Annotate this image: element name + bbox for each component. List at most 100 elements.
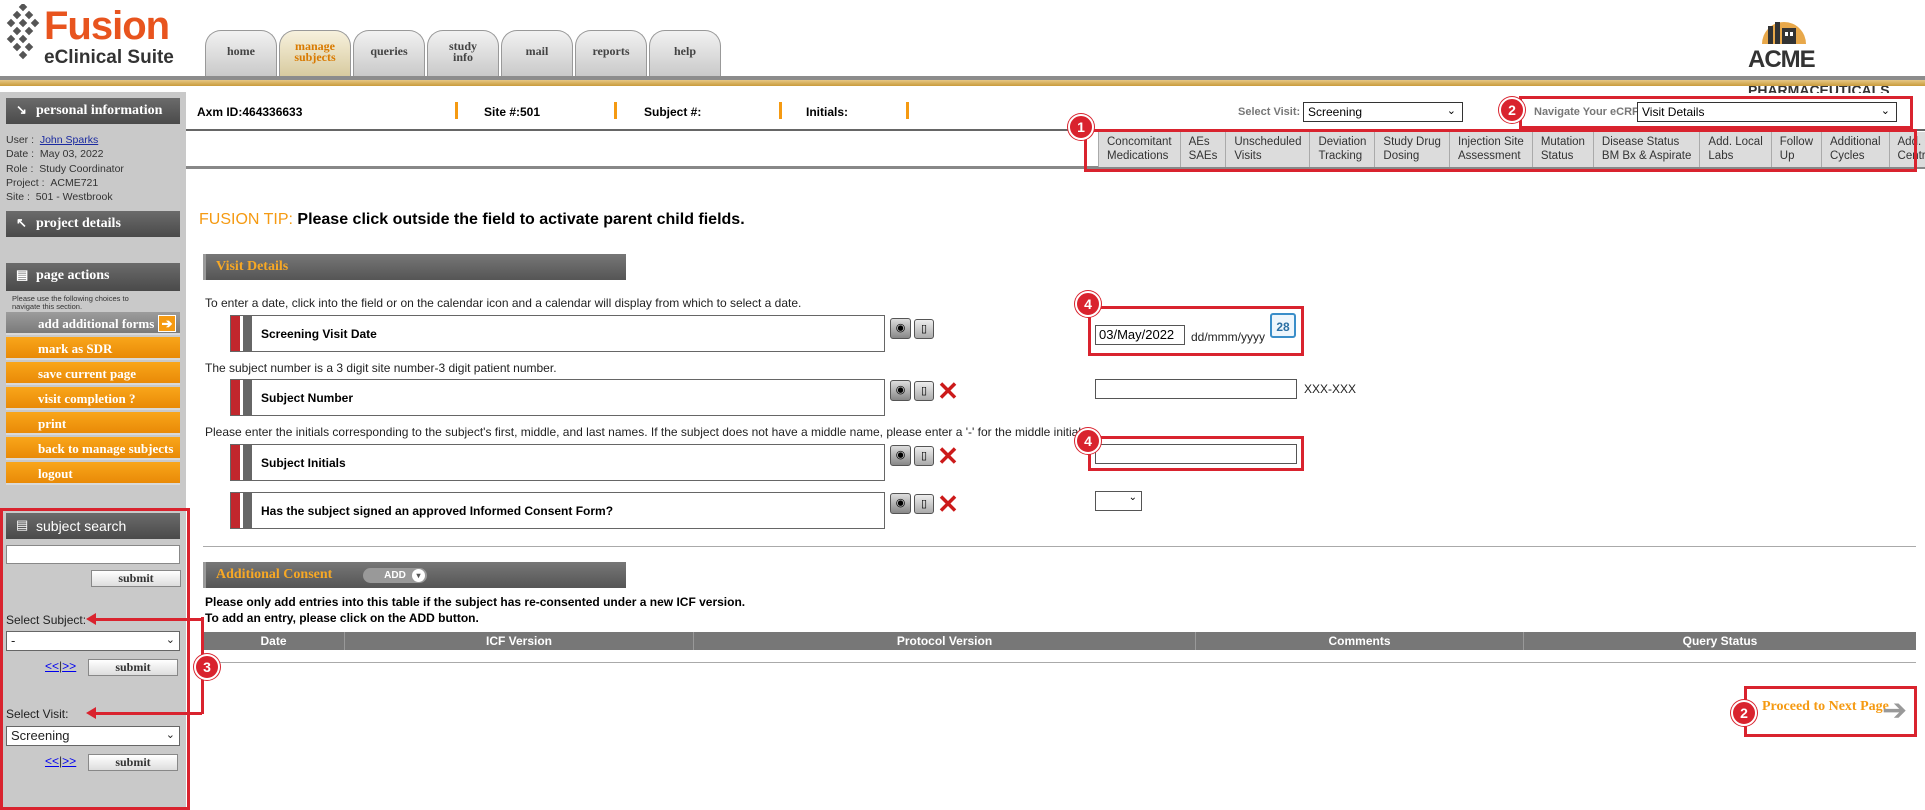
informed-consent-row: Has the subject signed an approved Infor… [230, 492, 885, 529]
logout-button[interactable]: logout [6, 462, 180, 485]
tab-help[interactable]: help [649, 30, 721, 76]
annotation-box-nav-tabs [1084, 129, 1917, 172]
subject-number-row: Subject Number [230, 379, 885, 416]
column-header[interactable]: Comments [1196, 632, 1524, 650]
audit-trail-icon[interactable]: ◉ [890, 445, 911, 466]
save-current-page-button[interactable]: save current page [6, 362, 180, 385]
project-details-heading[interactable]: ↖ project details [6, 211, 180, 237]
date-help-text: To enter a date, click into the field or… [205, 296, 802, 310]
annotation-box-proceed [1744, 686, 1917, 737]
audit-trail-icon[interactable]: ◉ [890, 318, 911, 339]
subject-initials-row: Subject Initials [230, 444, 885, 481]
field-actions: ◉ ▯ ✕ [890, 443, 959, 469]
annotation-badge-4: 4 [1075, 291, 1101, 317]
screening-visit-date-row: Screening Visit Date [230, 315, 885, 352]
additional-consent-instruction: To add an entry, please click on the ADD… [205, 611, 479, 625]
subject-number-header: Subject #: [644, 105, 702, 119]
select-visit-top-dropdown[interactable]: Screening ⌄ [1303, 102, 1463, 122]
audit-trail-icon[interactable]: ◉ [890, 380, 911, 401]
annotation-badge-3: 3 [194, 654, 220, 680]
acme-building-icon [1762, 22, 1806, 44]
visit-details-heading: Visit Details [203, 254, 626, 280]
column-header[interactable]: Protocol Version [694, 632, 1196, 650]
initials-help-text: Please enter the initials corresponding … [205, 425, 1085, 439]
annotation-line [96, 712, 202, 715]
back-to-manage-subjects-button[interactable]: back to manage subjects [6, 437, 180, 460]
annotation-badge-2: 2 [1499, 97, 1525, 123]
annotation-badge-2: 2 [1731, 700, 1757, 726]
tab-home[interactable]: home [205, 30, 277, 76]
tab-queries[interactable]: queries [353, 30, 425, 76]
field-actions: ◉ ▯ ✕ [890, 491, 959, 517]
annotation-box-date [1088, 306, 1304, 356]
subject-number-label: Subject Number [261, 391, 354, 405]
annotation-line [96, 618, 202, 621]
tab-manage-subjects[interactable]: manage subjects [279, 30, 351, 76]
field-actions: ◉ ▯ [890, 318, 934, 339]
tab-mail[interactable]: mail [501, 30, 573, 76]
tab-reports[interactable]: reports [575, 30, 647, 76]
annotation-box-initials [1088, 436, 1304, 471]
annotation-arrowhead [86, 613, 96, 625]
notepad-icon: ▤ [16, 267, 29, 282]
annotation-badge-1: 1 [1068, 114, 1094, 140]
axm-id: Axm ID:464336633 [197, 105, 303, 119]
tab-study-info[interactable]: study info [427, 30, 499, 76]
personal-info-details: User : John Sparks Date : May 03, 2022 R… [6, 134, 124, 204]
print-button[interactable]: print [6, 412, 180, 435]
clear-x-icon[interactable]: ✕ [937, 378, 959, 404]
informed-consent-select[interactable]: ⌄ [1095, 491, 1142, 511]
add-consent-button[interactable]: ADD ▾ [363, 568, 427, 583]
column-header[interactable]: Query Status [1524, 632, 1916, 650]
annotation-arrowhead [86, 707, 96, 719]
clear-x-icon[interactable]: ✕ [937, 491, 959, 517]
separator [779, 102, 782, 119]
informed-consent-label: Has the subject signed an approved Infor… [261, 504, 614, 518]
annotation-box-subject-search [0, 508, 190, 810]
notes-icon[interactable]: ▯ [914, 318, 934, 339]
acme-logo: ACME PHARMACEUTICALS [1748, 12, 1918, 98]
notes-icon[interactable]: ▯ [914, 445, 934, 466]
notes-icon[interactable]: ▯ [914, 493, 934, 514]
diamond-grid-icon [6, 4, 40, 60]
user-name-link[interactable]: John Sparks [40, 134, 98, 146]
chevron-down-icon: ⌄ [1446, 105, 1456, 117]
separator [906, 102, 909, 119]
subject-initials-label: Subject Initials [261, 456, 346, 470]
separator [614, 102, 617, 119]
arrow-right-icon: ➔ [158, 315, 176, 332]
subject-number-help-text: The subject number is a 3 digit site num… [205, 361, 557, 375]
main-tabs: home manage subjects queries study info … [205, 30, 721, 76]
collapse-arrow-icon: ↘ [16, 102, 27, 117]
visit-completion-button[interactable]: visit completion ? [6, 387, 180, 410]
chevron-down-icon: ▾ [412, 569, 425, 582]
expand-arrow-icon: ↖ [16, 215, 27, 230]
audit-trail-icon[interactable]: ◉ [890, 493, 911, 514]
notes-icon[interactable]: ▯ [914, 380, 934, 401]
chevron-down-icon: ⌄ [1128, 492, 1137, 503]
brand-name: Fusion [44, 4, 170, 48]
add-additional-forms-button[interactable]: add additional forms ➔ [6, 312, 180, 335]
select-visit-top-label: Select Visit: [1238, 106, 1301, 118]
separator [455, 102, 458, 119]
table-bottom-divider [203, 662, 1916, 663]
header-accent-bar [0, 80, 1925, 86]
subject-number-format-hint: XXX-XXX [1304, 382, 1357, 396]
section-divider [203, 546, 1916, 547]
site-number: Site #:501 [484, 105, 541, 119]
annotation-badge-4: 4 [1075, 428, 1101, 454]
additional-consent-note: Please only add entries into this table … [205, 595, 746, 609]
initials-header: Initials: [806, 105, 849, 119]
annotation-box-navigate [1519, 96, 1913, 129]
consent-table-header: Date ICF Version Protocol Version Commen… [203, 632, 1916, 650]
column-header[interactable]: Date [203, 632, 345, 650]
subject-number-input[interactable] [1095, 379, 1297, 399]
mark-as-sdr-button[interactable]: mark as SDR [6, 337, 180, 360]
fusion-logo: Fusion eClinical Suite [4, 0, 174, 78]
field-actions: ◉ ▯ ✕ [890, 378, 959, 404]
personal-information-heading[interactable]: ↘ personal information [6, 98, 180, 124]
column-header[interactable]: ICF Version [345, 632, 694, 650]
brand-subtitle: eClinical Suite [44, 47, 174, 68]
clear-x-icon[interactable]: ✕ [937, 443, 959, 469]
screening-visit-date-label: Screening Visit Date [261, 327, 377, 341]
